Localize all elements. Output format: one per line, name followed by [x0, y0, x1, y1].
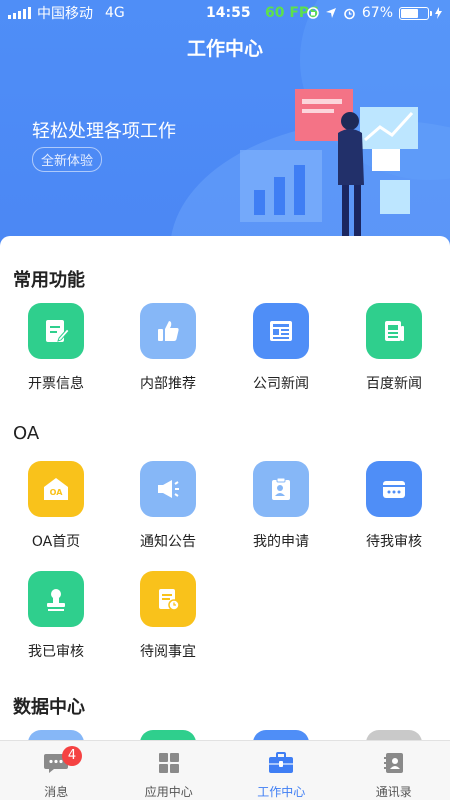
- status-bar: 中国移动 4G 14:55 60 FPS 67%: [0, 0, 450, 26]
- invoice-edit-icon: [28, 303, 84, 359]
- location-icon: [325, 8, 336, 18]
- item-label: 通知公告: [140, 534, 196, 550]
- item-label: 内部推荐: [140, 376, 196, 392]
- card-icon: [366, 461, 422, 517]
- message-badge: 4: [62, 746, 82, 766]
- lock-rotation-icon: [307, 7, 319, 19]
- item-my-application[interactable]: 我的申请: [225, 461, 337, 551]
- briefcase-icon: [269, 752, 294, 773]
- tab-app-center[interactable]: 应用中心: [113, 741, 226, 800]
- tab-label: 应用中心: [144, 785, 193, 799]
- news-icon: [253, 303, 309, 359]
- network-type: 4G: [105, 5, 125, 21]
- oa-home-icon: OA: [28, 461, 84, 517]
- stamp-icon: [28, 571, 84, 627]
- section-title-data: 数据中心: [13, 697, 85, 718]
- clipboard-icon: [253, 461, 309, 517]
- battery-percent: 67%: [361, 5, 393, 21]
- tab-bar: 4 消息 应用中心 工作中心 通讯录: [0, 740, 450, 800]
- item-baidu-news[interactable]: 百度新闻: [338, 303, 450, 393]
- item-company-news[interactable]: 公司新闻: [225, 303, 337, 393]
- item-pending-review[interactable]: 待我审核: [338, 461, 450, 551]
- newspaper-icon: [366, 303, 422, 359]
- item-label: 开票信息: [28, 376, 84, 392]
- signal-icon: [8, 7, 31, 19]
- apps-grid-icon: [158, 753, 179, 773]
- document-clock-icon: [140, 571, 196, 627]
- item-label: 待我审核: [366, 534, 422, 550]
- section-title-common: 常用功能: [13, 270, 85, 291]
- carrier-name: 中国移动: [37, 6, 93, 22]
- page-title: 工作中心: [186, 38, 263, 60]
- item-label: 百度新闻: [366, 376, 422, 392]
- item-reviewed[interactable]: 我已审核: [0, 571, 112, 661]
- charging-icon: [435, 7, 442, 19]
- new-experience-tag: 全新体验: [32, 147, 103, 172]
- item-to-read[interactable]: 待阅事宜: [112, 571, 224, 661]
- alarm-icon: [344, 8, 355, 19]
- item-notice[interactable]: 通知公告: [112, 461, 224, 551]
- banner-illustration: [240, 89, 418, 237]
- tab-label: 通讯录: [375, 785, 412, 799]
- oa-icon-text: OA: [50, 488, 64, 497]
- tab-label: 工作中心: [257, 785, 306, 799]
- item-label: OA首页: [31, 534, 81, 550]
- status-time: 14:55: [206, 5, 251, 21]
- tab-contacts[interactable]: 通讯录: [338, 741, 450, 800]
- tab-messages[interactable]: 4 消息: [0, 741, 113, 800]
- thumbs-up-icon: [140, 303, 196, 359]
- item-invoice-info[interactable]: 开票信息: [0, 303, 112, 393]
- contacts-icon: [383, 753, 403, 773]
- item-oa-home[interactable]: OA OA首页: [0, 461, 112, 551]
- item-data-partial[interactable]: [112, 730, 224, 740]
- item-label: 我的申请: [253, 534, 309, 550]
- item-internal-referral[interactable]: 内部推荐: [112, 303, 224, 393]
- item-label: 待阅事宜: [140, 644, 196, 660]
- item-data-partial[interactable]: [0, 730, 112, 740]
- megaphone-icon: [140, 461, 196, 517]
- item-data-partial[interactable]: [225, 730, 337, 740]
- section-title-oa: OA: [13, 423, 40, 444]
- item-data-partial[interactable]: [338, 730, 450, 740]
- header-banner: 中国移动 4G 14:55 60 FPS 67% 工作中心 轻松处理各项工作 全…: [0, 0, 450, 260]
- item-label: 公司新闻: [253, 376, 309, 392]
- tab-work-center[interactable]: 工作中心: [225, 741, 338, 800]
- function-panel: 常用功能 开票信息 内部推荐 公司新闻 百度新闻 OA OA OA首页 通知公告…: [0, 236, 450, 740]
- banner-slogan: 轻松处理各项工作: [32, 121, 176, 142]
- tab-label: 消息: [44, 785, 69, 799]
- battery-icon: [399, 6, 432, 20]
- item-label: 我已审核: [28, 644, 84, 660]
